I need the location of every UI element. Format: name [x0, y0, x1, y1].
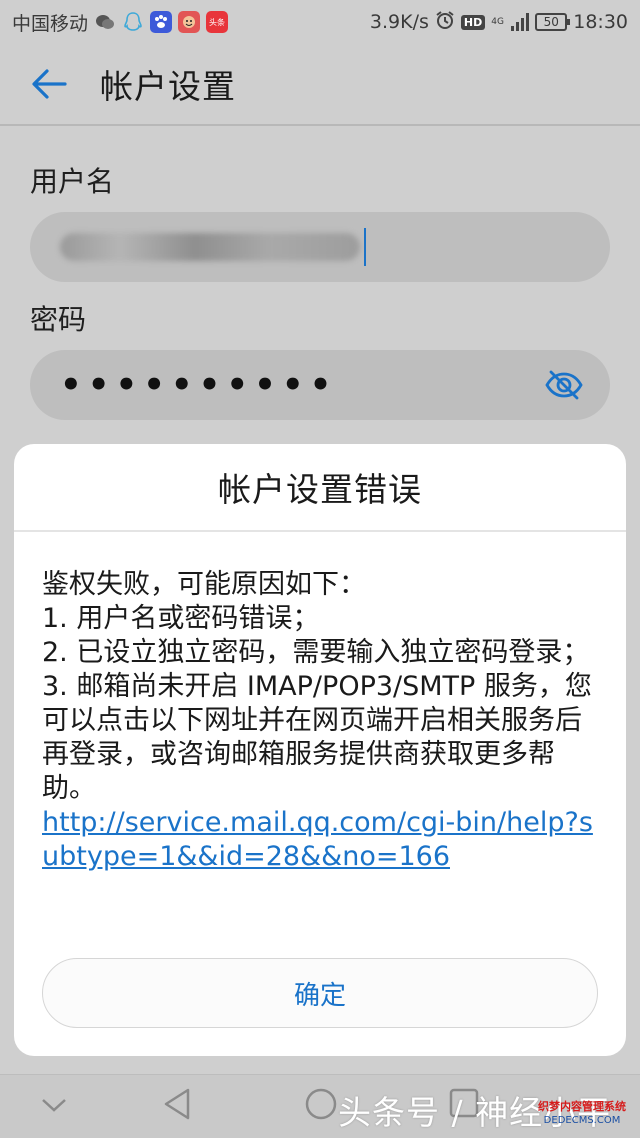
toutiao-icon: 头条	[206, 11, 229, 33]
carrier-name: 中国移动	[12, 12, 89, 35]
signal-icon	[511, 13, 530, 31]
baidu-paw-icon	[150, 11, 173, 33]
arrow-left-icon	[32, 69, 67, 99]
wechat-icon	[94, 11, 116, 33]
battery-icon: 50	[535, 13, 571, 31]
dialog-title: 帐户设置错误	[14, 444, 626, 532]
corner-logo: 织梦内容管理系统 DEDECMS.COM	[528, 1100, 636, 1134]
eye-off-icon	[545, 370, 583, 400]
triangle-back-icon	[164, 1088, 190, 1120]
network-speed: 3.9K/s	[369, 11, 429, 33]
alarm-clock-icon	[435, 10, 455, 35]
page-title: 帐户设置	[100, 67, 236, 106]
password-input[interactable]: ••••••••••	[30, 350, 610, 420]
network-type: 4G	[491, 16, 504, 27]
message-line: 2. 已设立独立密码，需要输入独立密码登录；	[42, 637, 590, 668]
app-bar: 帐户设置	[0, 44, 640, 126]
corner-logo-line2: DEDECMS.COM	[543, 1115, 621, 1126]
chevron-down-icon	[42, 1099, 66, 1112]
clock-time: 18:30	[573, 11, 628, 33]
circle-home-icon	[305, 1088, 337, 1120]
toggle-password-visibility-button[interactable]	[544, 365, 584, 405]
ok-button[interactable]: 确定	[42, 958, 598, 1028]
password-value: ••••••••••	[60, 365, 338, 405]
battery-level: 50	[543, 15, 559, 29]
status-bar: 中国移动 头条 3.9K/s HD 4G 50 18:30	[0, 0, 640, 44]
hd-voice-icon: HD	[460, 14, 486, 30]
back-button[interactable]	[14, 43, 84, 125]
qq-icon	[122, 11, 144, 33]
dialog-message: 鉴权失败，可能原因如下： 1. 用户名或密码错误； 2. 已设立独立密码，需要输…	[14, 532, 626, 874]
nav-home-button[interactable]	[304, 1087, 338, 1125]
message-line: 1. 用户名或密码错误；	[42, 603, 320, 634]
message-line: 鉴权失败，可能原因如下：	[42, 569, 366, 600]
blurred-username-value	[60, 233, 360, 261]
corner-logo-line1: 织梦内容管理系统	[538, 1100, 626, 1113]
error-dialog: 帐户设置错误 鉴权失败，可能原因如下： 1. 用户名或密码错误； 2. 已设立独…	[14, 444, 626, 1056]
password-label: 密码	[30, 303, 87, 336]
nav-back-button[interactable]	[162, 1087, 192, 1125]
status-bar-right: 3.9K/s HD 4G 50 18:30	[370, 10, 628, 35]
hide-nav-button[interactable]	[40, 1095, 68, 1119]
status-bar-left: 中国移动 头条	[12, 9, 229, 36]
cartoon-app-icon	[178, 11, 201, 33]
username-label: 用户名	[30, 165, 115, 198]
help-link[interactable]: http://service.mail.qq.com/cgi-bin/help?…	[42, 807, 593, 872]
text-caret	[364, 228, 366, 266]
message-line: 3. 邮箱尚未开启 IMAP/POP3/SMTP 服务，您可以点击以下网址并在网…	[42, 671, 592, 804]
username-input[interactable]	[30, 212, 610, 282]
